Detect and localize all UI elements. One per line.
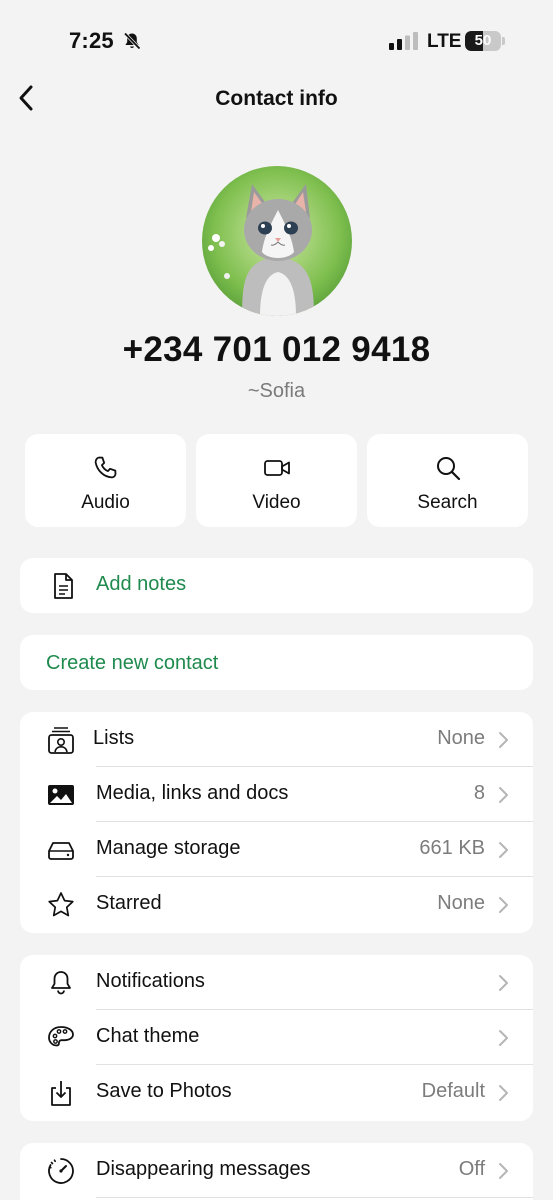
- disappearing-messages-row[interactable]: Disappearing messages Off: [20, 1143, 533, 1198]
- disappearing-messages-value: Off: [458, 1158, 485, 1180]
- disappearing-messages-label: Disappearing messages: [96, 1158, 311, 1180]
- settings-section: Notifications Chat theme Save to Photos: [20, 955, 533, 1121]
- media-links-docs-label: Media, links and docs: [96, 782, 289, 804]
- search-icon: [436, 457, 460, 481]
- create-contact-label: Create new contact: [46, 652, 219, 674]
- contact-info-screen: 7:25 LTE 50 Contact info +234 701 012 94…: [0, 0, 553, 1200]
- timer-icon: [48, 1158, 74, 1184]
- save-icon: [51, 1081, 71, 1106]
- video-call-button[interactable]: Video: [196, 434, 357, 527]
- muted-bell-icon: [123, 32, 141, 50]
- palette-icon: [48, 1026, 74, 1047]
- battery-level: 50: [474, 32, 492, 49]
- save-to-photos-value: Default: [421, 1080, 485, 1102]
- starred-row[interactable]: Starred None: [20, 877, 533, 932]
- starred-label: Starred: [96, 892, 162, 914]
- document-icon: [54, 573, 73, 599]
- status-bar: 7:25 LTE 50: [0, 0, 553, 80]
- chevron-right-icon: [499, 897, 508, 913]
- storage-size: 661 KB: [419, 837, 485, 859]
- add-notes-label: Add notes: [96, 573, 187, 595]
- chat-theme-row[interactable]: Chat theme: [20, 1010, 533, 1065]
- media-links-docs-row[interactable]: Media, links and docs 8: [20, 767, 533, 822]
- notifications-row[interactable]: Notifications: [20, 955, 533, 1010]
- add-notes-card[interactable]: Add notes: [20, 558, 533, 613]
- status-time: 7:25: [69, 28, 114, 53]
- chevron-right-icon: [499, 732, 508, 748]
- search-label: Search: [417, 492, 478, 513]
- audio-call-button[interactable]: Audio: [25, 434, 186, 527]
- star-icon: [48, 892, 74, 917]
- media-count: 8: [473, 782, 485, 804]
- chevron-right-icon: [499, 1030, 508, 1046]
- lists-icon: [48, 727, 74, 754]
- contact-alias: ~Sofia: [247, 380, 306, 402]
- lists-label: Lists: [93, 727, 135, 749]
- storage-icon: [48, 842, 74, 860]
- battery-indicator: 50: [465, 31, 505, 51]
- contact-phone-number: +234 701 012 9418: [122, 330, 431, 369]
- page-title: Contact info: [215, 87, 338, 110]
- notifications-label: Notifications: [96, 970, 205, 992]
- chat-theme-label: Chat theme: [96, 1025, 200, 1047]
- save-to-photos-row[interactable]: Save to Photos Default: [20, 1065, 533, 1120]
- lists-value: None: [437, 727, 485, 749]
- image-icon: [48, 785, 74, 805]
- chevron-right-icon: [499, 842, 508, 858]
- search-button[interactable]: Search: [367, 434, 528, 527]
- chevron-right-icon: [499, 975, 508, 991]
- bell-icon: [51, 971, 71, 995]
- network-type: LTE: [427, 31, 462, 52]
- starred-value: None: [437, 892, 485, 914]
- save-to-photos-label: Save to Photos: [96, 1080, 232, 1102]
- media-section: Lists None Media, links and docs 8 Manag…: [20, 712, 533, 933]
- phone-icon: [94, 456, 116, 479]
- manage-storage-label: Manage storage: [96, 837, 241, 859]
- privacy-section: Disappearing messages Off: [20, 1143, 533, 1200]
- manage-storage-row[interactable]: Manage storage 661 KB: [20, 822, 533, 877]
- video-label: Video: [252, 492, 301, 513]
- lists-row[interactable]: Lists None: [20, 712, 533, 767]
- create-contact-card[interactable]: Create new contact: [20, 635, 533, 690]
- contact-avatar[interactable]: [202, 166, 352, 316]
- kitten-photo: [202, 166, 352, 316]
- chevron-right-icon: [499, 787, 508, 803]
- audio-label: Audio: [81, 492, 130, 513]
- chevron-right-icon: [499, 1163, 508, 1179]
- chevron-right-icon: [499, 1085, 508, 1101]
- video-icon: [263, 460, 290, 476]
- cellular-signal-icon: [389, 32, 418, 50]
